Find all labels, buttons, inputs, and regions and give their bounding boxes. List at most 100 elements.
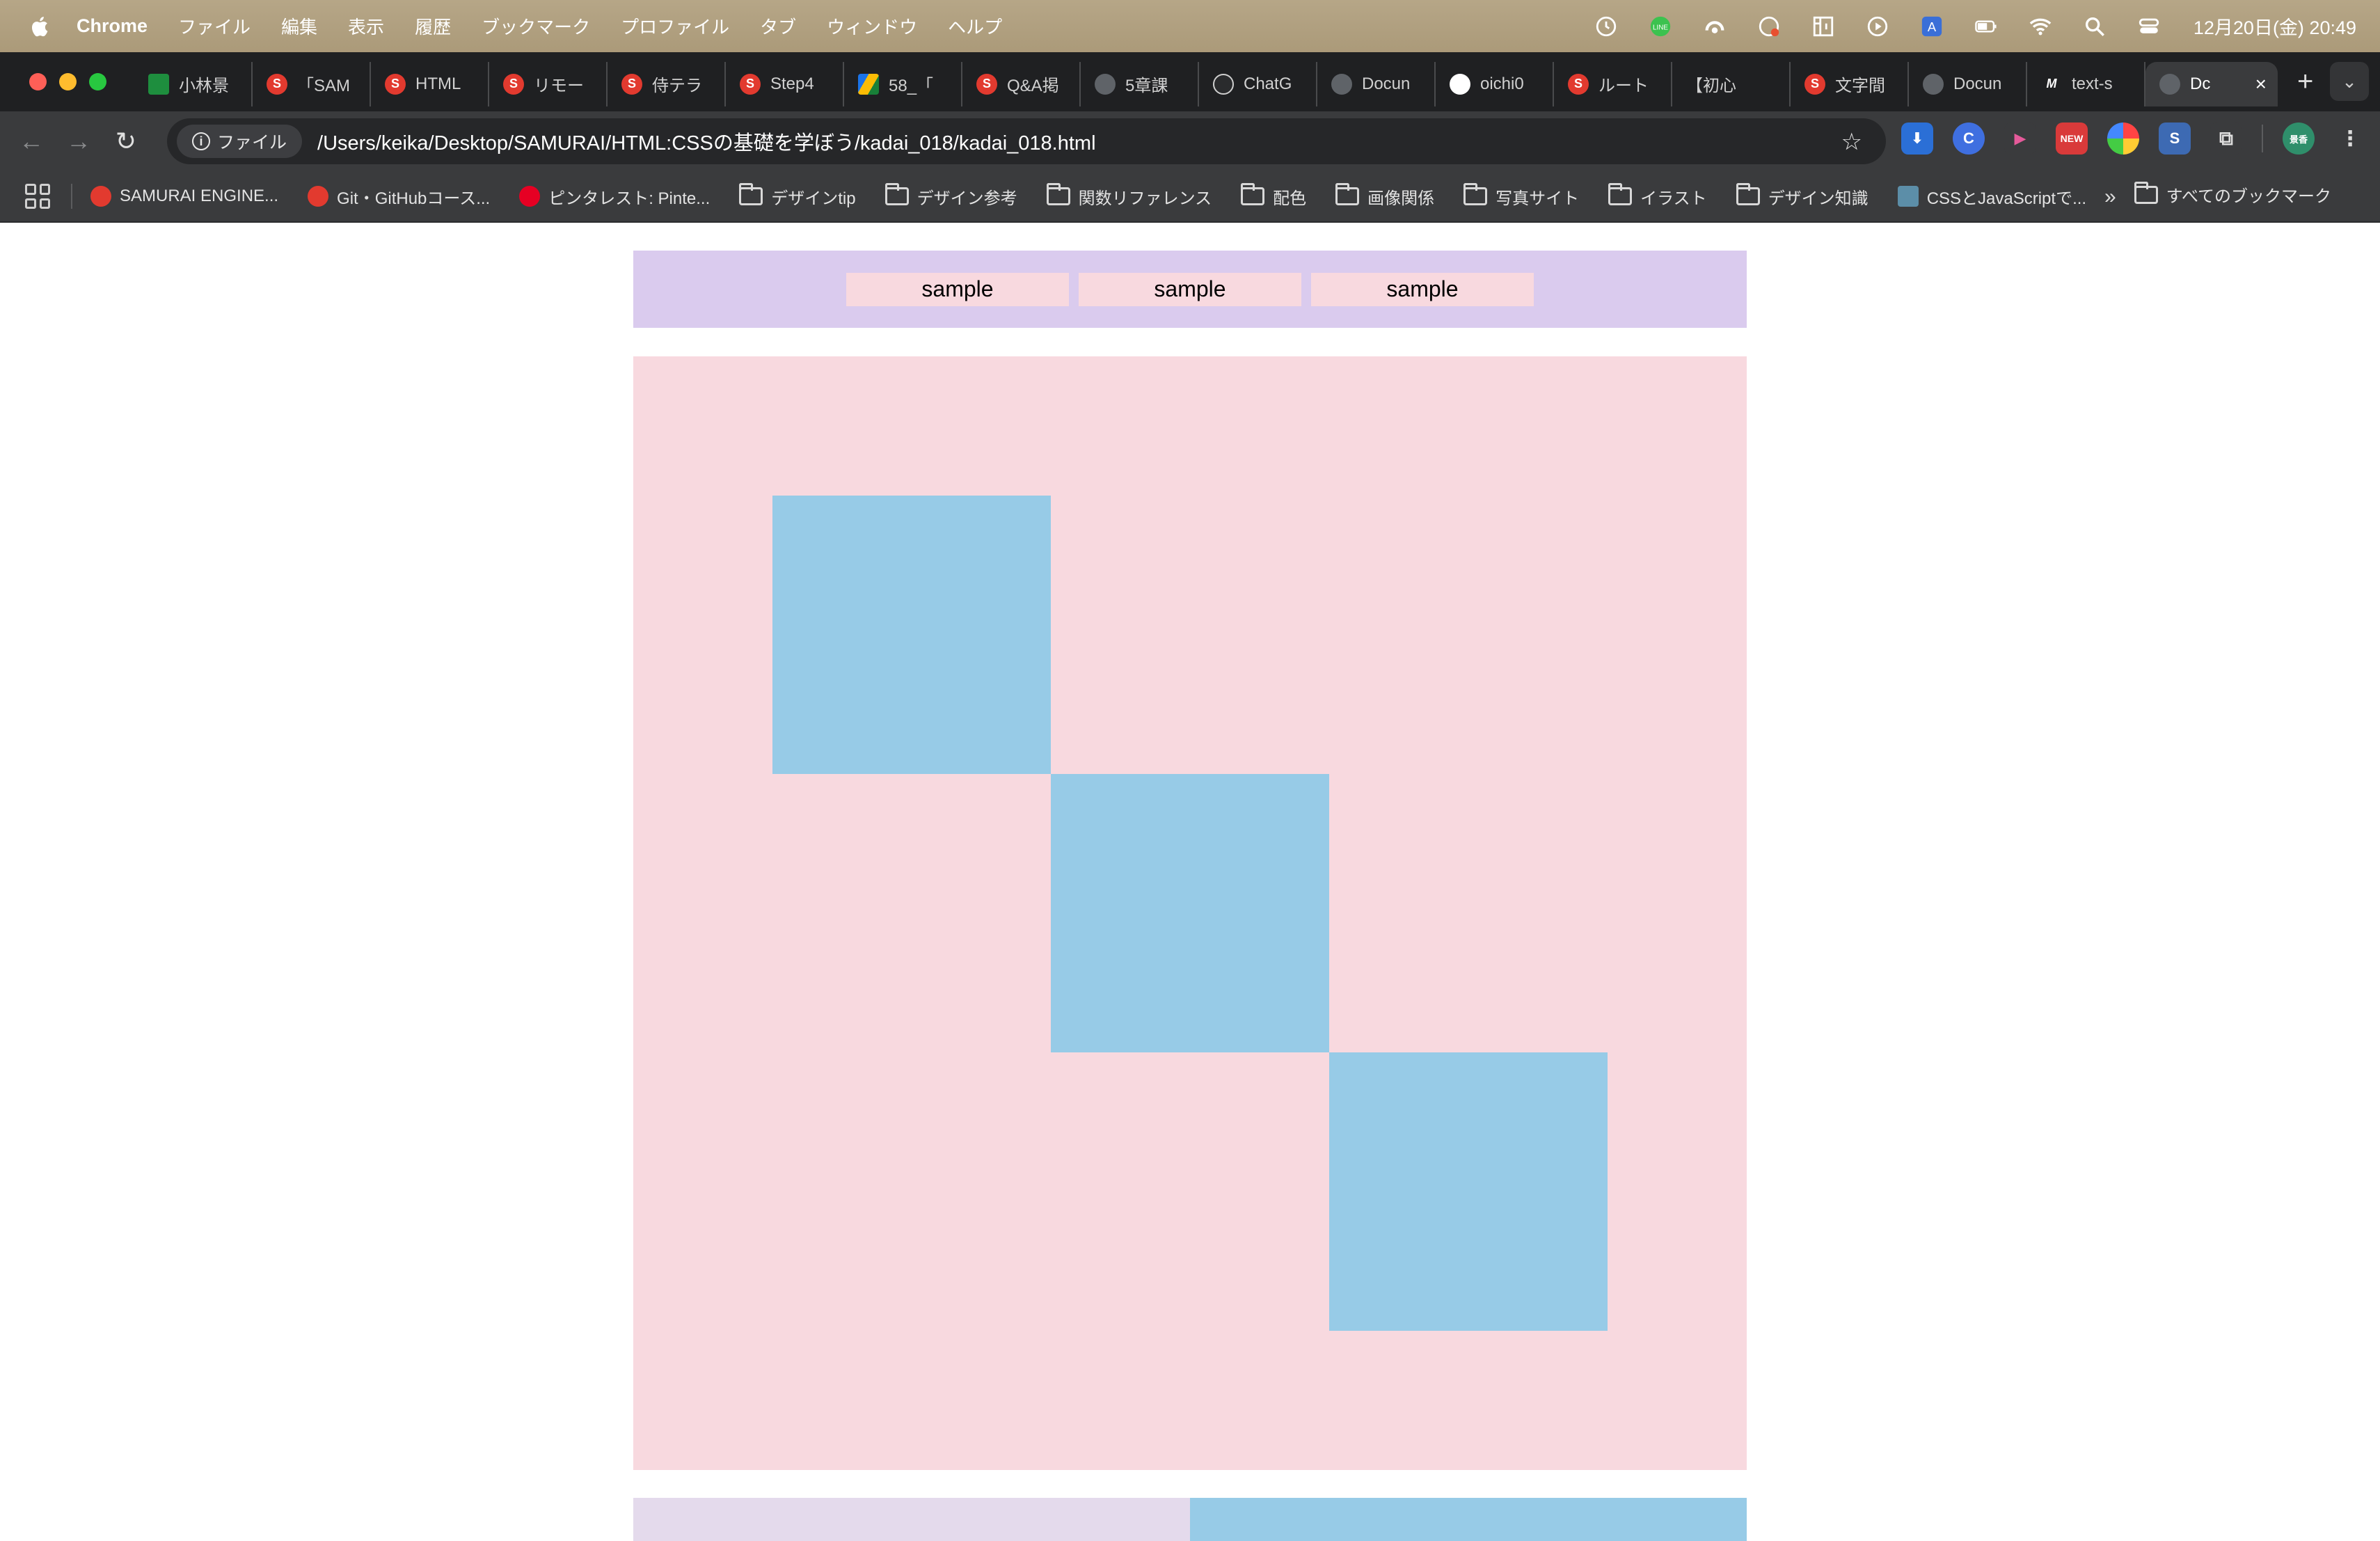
tab[interactable]: S ルート — [1554, 61, 1672, 106]
bookmark-item[interactable]: SAMURAI ENGINE... — [90, 186, 278, 207]
tab-search-chevron-icon[interactable]: ⌄ — [2330, 62, 2369, 101]
tab-label: Dc — [2190, 74, 2211, 93]
kebab-menu-icon[interactable]: ⋮ — [2334, 123, 2366, 155]
bookmark-folder[interactable]: 写真サイト — [1463, 183, 1580, 209]
apple-menu-icon[interactable] — [24, 15, 54, 38]
menu-view[interactable]: 表示 — [348, 13, 384, 39]
pink-container — [633, 356, 1747, 1470]
tab[interactable]: S HTML — [371, 61, 489, 106]
c-ext-icon[interactable]: C — [1953, 123, 1985, 155]
bookmark-folder[interactable]: デザイン参考 — [884, 183, 1017, 209]
control-center-icon[interactable] — [2135, 15, 2163, 38]
battery-icon[interactable] — [1972, 15, 2000, 38]
tab[interactable]: 58_「 — [844, 61, 962, 106]
minimize-window-button[interactable] — [59, 73, 77, 90]
tab[interactable]: 【初心 — [1672, 61, 1791, 106]
color-ext-icon[interactable] — [2107, 123, 2139, 155]
page-nav: sample sample sample — [633, 251, 1747, 328]
tab[interactable]: S リモー — [489, 61, 608, 106]
tab-active[interactable]: Dc × — [2145, 61, 2278, 106]
reload-icon[interactable]: ↻ — [110, 125, 142, 157]
time-machine-icon[interactable] — [1592, 15, 1620, 38]
nav-item-sample[interactable]: sample — [846, 272, 1069, 306]
tab[interactable]: 小林景 — [134, 61, 253, 106]
samurai-icon: S — [385, 73, 406, 95]
close-window-button[interactable] — [29, 73, 47, 90]
menu-edit[interactable]: 編集 — [281, 13, 317, 39]
bookmark-folder[interactable]: 関数リファレンス — [1046, 183, 1212, 209]
bookmarks-bar: SAMURAI ENGINE... Git・GitHubコース... ピンタレス… — [0, 171, 2380, 223]
tab-label: HTML — [415, 74, 461, 93]
tab-label: Step4 — [770, 74, 814, 93]
menu-tab[interactable]: タブ — [760, 13, 796, 39]
nav-item-sample[interactable]: sample — [1311, 272, 1534, 306]
tab-label: Docun — [1362, 74, 1411, 93]
bookmark-folder[interactable]: イラスト — [1608, 183, 1707, 209]
tab[interactable]: S Step4 — [726, 61, 844, 106]
bookmark-folder[interactable]: 配色 — [1241, 183, 1306, 209]
spotlight-icon[interactable] — [2081, 15, 2109, 38]
globe-icon — [2159, 73, 2180, 95]
s-ext-icon[interactable]: S — [2159, 123, 2191, 155]
tab[interactable]: S 侍テラ — [608, 61, 726, 106]
bookmark-folder[interactable]: デザイン知識 — [1736, 183, 1869, 209]
profile-avatar[interactable]: 景香 — [2283, 123, 2315, 155]
apps-grid-icon[interactable] — [25, 184, 50, 209]
tab[interactable]: Docun — [1317, 61, 1436, 106]
video-ext-icon[interactable]: ▶ — [2004, 123, 2036, 155]
url-text[interactable]: /Users/keika/Desktop/SAMURAI/HTML:CSSの基礎… — [317, 127, 1096, 156]
play-icon[interactable] — [1864, 15, 1891, 38]
tab[interactable]: 5章課 — [1081, 61, 1199, 106]
bookmark-item[interactable]: Git・GitHubコース... — [308, 184, 490, 209]
folder-icon — [1241, 183, 1265, 205]
tab-label: 文字間 — [1835, 77, 1885, 95]
nav-item-sample[interactable]: sample — [1079, 272, 1301, 306]
bookmark-folder[interactable]: 画像関係 — [1335, 183, 1434, 209]
tab[interactable]: S Q&A掲 — [962, 61, 1081, 106]
gift-ext-icon[interactable]: NEW — [2056, 123, 2088, 155]
hazard-icon[interactable] — [1755, 15, 1783, 38]
bookmark-label: デザイン参考 — [917, 189, 1017, 208]
tab[interactable]: S 文字間 — [1791, 61, 1909, 106]
grid-icon[interactable] — [1809, 15, 1837, 38]
cloud-sync-icon[interactable] — [1701, 15, 1729, 38]
tab-label: Q&A掲 — [1007, 77, 1059, 95]
zoom-window-button[interactable] — [89, 73, 106, 90]
blue-square-2 — [1051, 774, 1329, 1052]
menu-history[interactable]: 履歴 — [415, 13, 451, 39]
download-ext-icon[interactable]: ⬇ — [1901, 123, 1933, 155]
bookmark-label: 写真サイト — [1496, 189, 1580, 208]
tab[interactable]: S 「SAM — [253, 61, 371, 106]
back-arrow-icon[interactable]: ← — [15, 125, 47, 157]
samurai-icon — [308, 186, 329, 207]
close-tab-icon[interactable]: × — [2255, 73, 2267, 95]
site-info-chip[interactable]: i ファイル — [177, 125, 303, 158]
bookmark-folder[interactable]: デザインtip — [739, 183, 856, 209]
input-method-icon[interactable]: A — [1918, 15, 1946, 38]
line-icon[interactable]: LINE — [1647, 15, 1674, 38]
puzzle-ext-icon[interactable]: ⧉ — [2210, 123, 2242, 155]
menu-bookmarks[interactable]: ブックマーク — [482, 13, 590, 39]
all-bookmarks-folder[interactable]: すべてのブックマーク — [2134, 181, 2331, 207]
bookmark-item[interactable]: CSSとJavaScriptで... — [1897, 184, 2086, 209]
tab[interactable]: ChatG — [1199, 61, 1317, 106]
forward-arrow-icon[interactable]: → — [63, 125, 95, 157]
tab[interactable]: oichi0 — [1436, 61, 1554, 106]
bookmark-star-icon[interactable]: ☆ — [1841, 128, 1862, 156]
new-tab-button[interactable]: + — [2297, 66, 2313, 97]
tab-label: oichi0 — [1480, 74, 1524, 93]
menu-file[interactable]: ファイル — [178, 13, 251, 39]
menu-profile[interactable]: プロファイル — [621, 13, 729, 39]
m-icon: M — [2046, 77, 2057, 90]
menu-window[interactable]: ウィンドウ — [827, 13, 917, 39]
menu-help[interactable]: ヘルプ — [948, 13, 1002, 39]
bookmark-item[interactable]: ピンタレスト: Pinte... — [519, 184, 710, 209]
wifi-icon[interactable] — [2026, 15, 2054, 38]
more-bookmarks-chevron-icon[interactable]: » — [2104, 185, 2116, 209]
globe-icon — [1095, 73, 1116, 95]
menubar-clock[interactable]: 12月20日(金) 20:49 — [2193, 13, 2356, 40]
tab[interactable]: Mtext-s — [2027, 61, 2145, 106]
app-name[interactable]: Chrome — [77, 15, 148, 37]
tab[interactable]: Docun — [1909, 61, 2027, 106]
address-bar[interactable]: i ファイル /Users/keika/Desktop/SAMURAI/HTML… — [167, 118, 1886, 164]
